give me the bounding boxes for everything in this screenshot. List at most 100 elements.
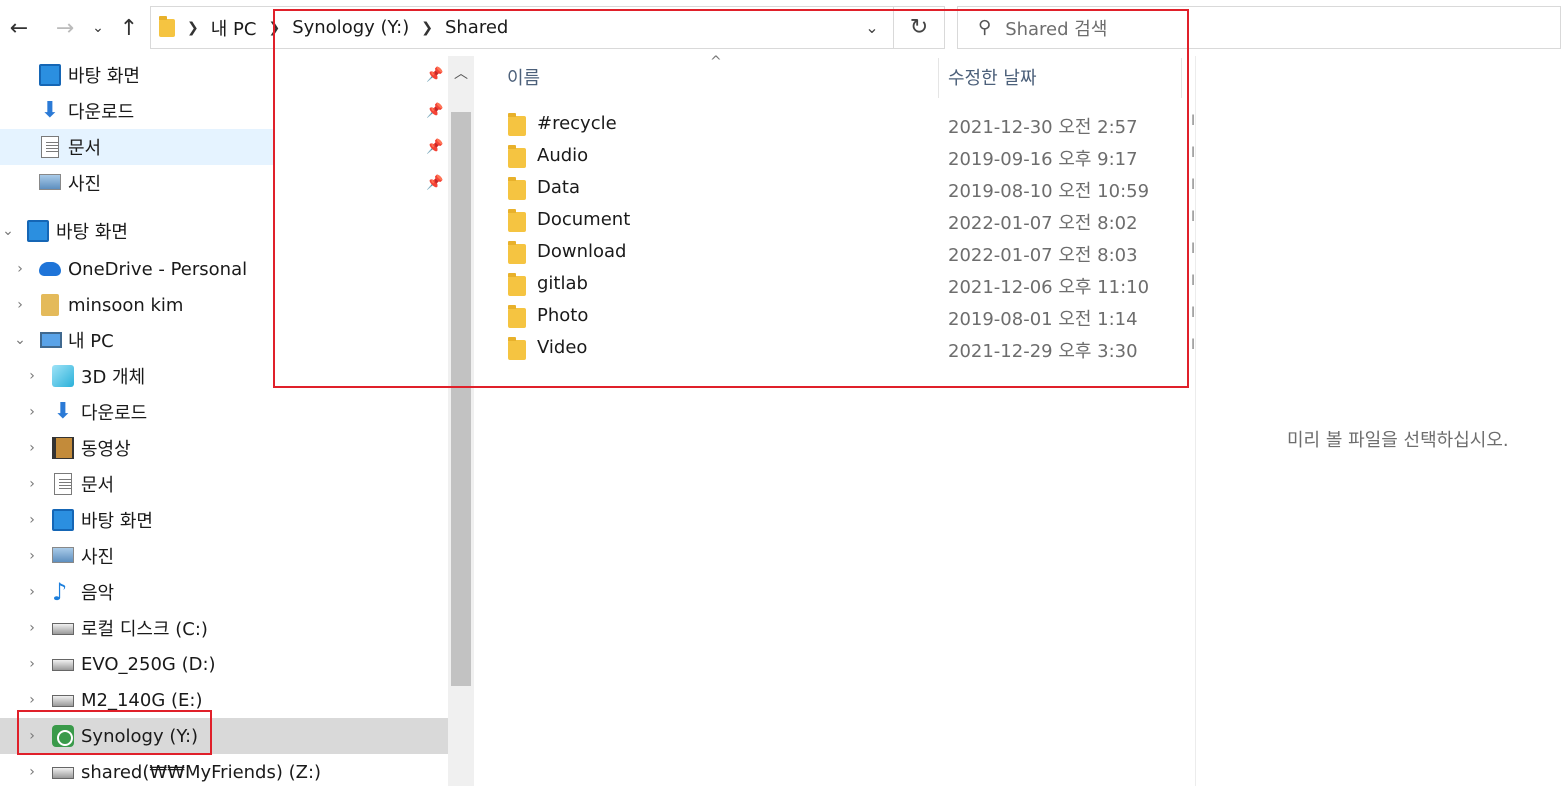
- document-icon: [41, 136, 59, 158]
- tree-item-m2-e[interactable]: › M2_140G (E:): [0, 682, 448, 718]
- tree-item-local-disk-c[interactable]: › 로컬 디스크 (C:): [0, 610, 448, 646]
- file-row[interactable]: Video 2021-12-29 오후 3:30 I: [478, 333, 1196, 365]
- tree-item-pictures[interactable]: › 사진: [0, 538, 448, 574]
- tree-item-onedrive[interactable]: › OneDrive - Personal: [0, 251, 448, 287]
- breadcrumb-my-pc[interactable]: 내 PC: [211, 15, 257, 41]
- nav-item-label: 3D 개체: [81, 367, 146, 388]
- nav-item-label: 음악: [81, 583, 115, 604]
- tree-item-desktop[interactable]: ⌄ 바탕 화면: [0, 213, 448, 249]
- nav-item-label: 문서: [81, 475, 115, 496]
- refresh-icon[interactable]: ↻: [894, 6, 945, 49]
- expand-chevron-icon[interactable]: ›: [24, 404, 40, 420]
- desktop-icon: [52, 509, 74, 531]
- quick-access-item-desktop[interactable]: 바탕 화면 📌: [0, 57, 448, 93]
- tree-item-user-folder[interactable]: › minsoon kim: [0, 287, 448, 323]
- navigation-pane: 바탕 화면 📌 ⬇ 다운로드 📌 문서 📌 사진 📌 ⌄ 바탕 화면 › One…: [0, 56, 448, 786]
- file-row[interactable]: #recycle 2021-12-30 오전 2:57 I: [478, 109, 1196, 141]
- user-folder-icon: [41, 294, 59, 316]
- breadcrumb-synology[interactable]: Synology (Y:): [292, 17, 409, 38]
- collapse-chevron-icon[interactable]: ⌄: [0, 223, 16, 239]
- file-name: #recycle: [537, 113, 617, 134]
- forward-arrow-icon[interactable]: →: [50, 12, 80, 44]
- tree-item-3d-objects[interactable]: › 3D 개체: [0, 358, 448, 394]
- truncated-column-marker: I: [1191, 241, 1196, 257]
- column-divider[interactable]: [1181, 58, 1182, 98]
- folder-icon: [508, 305, 526, 328]
- tree-item-shared-z[interactable]: › shared(₩₩MyFriends) (Z:): [0, 754, 448, 786]
- expand-chevron-icon[interactable]: ›: [24, 620, 40, 636]
- drive-icon: [52, 695, 74, 707]
- expand-chevron-icon[interactable]: ›: [12, 297, 28, 313]
- tree-item-synology-y[interactable]: › Synology (Y:): [0, 718, 448, 754]
- file-row[interactable]: gitlab 2021-12-06 오후 11:10 I: [478, 269, 1196, 301]
- nav-item-label: 동영상: [81, 439, 131, 460]
- file-row[interactable]: Data 2019-08-10 오전 10:59 I: [478, 173, 1196, 205]
- scrollbar-thumb[interactable]: [451, 112, 471, 686]
- drive-icon: [52, 659, 74, 671]
- file-modified-date: 2019-09-16 오후 9:17: [948, 149, 1138, 170]
- tree-item-music[interactable]: › ♪ 음악: [0, 574, 448, 610]
- expand-chevron-icon[interactable]: ›: [24, 440, 40, 456]
- truncated-column-marker: I: [1191, 209, 1196, 225]
- expand-chevron-icon[interactable]: ›: [24, 548, 40, 564]
- file-row[interactable]: Audio 2019-09-16 오후 9:17 I: [478, 141, 1196, 173]
- desktop-icon: [27, 220, 49, 242]
- column-divider[interactable]: [938, 58, 939, 98]
- recent-locations-chevron-icon[interactable]: ⌄: [86, 12, 110, 44]
- nav-pane-scrollbar[interactable]: ︿: [448, 56, 474, 786]
- quick-access-item-documents[interactable]: 문서: [0, 129, 275, 165]
- expand-chevron-icon[interactable]: ›: [12, 261, 28, 277]
- tree-item-documents[interactable]: › 문서: [0, 466, 448, 502]
- tree-item-my-pc[interactable]: ⌄ 내 PC: [0, 322, 448, 358]
- column-header-modified[interactable]: 수정한 날짜: [948, 56, 1037, 98]
- tree-item-videos[interactable]: › 동영상: [0, 430, 448, 466]
- nav-item-label: 바탕 화면: [81, 511, 153, 532]
- file-modified-date: 2019-08-10 오전 10:59: [948, 181, 1150, 202]
- file-modified-date: 2022-01-07 오전 8:02: [948, 213, 1138, 234]
- truncated-column-marker: I: [1191, 305, 1196, 321]
- quick-access-item-pictures[interactable]: 사진 📌: [0, 165, 448, 201]
- expand-chevron-icon[interactable]: ›: [24, 368, 40, 384]
- expand-chevron-icon[interactable]: ›: [24, 764, 40, 780]
- expand-chevron-icon[interactable]: ›: [24, 512, 40, 528]
- expand-chevron-icon[interactable]: ›: [24, 692, 40, 708]
- address-history-dropdown-icon[interactable]: ⌄: [850, 6, 894, 49]
- pin-icon: 📌: [426, 67, 444, 83]
- expand-chevron-icon[interactable]: ›: [24, 476, 40, 492]
- breadcrumb-shared[interactable]: Shared: [445, 17, 508, 38]
- tree-item-downloads[interactable]: › ⬇ 다운로드: [0, 394, 448, 430]
- expand-chevron-icon[interactable]: ›: [24, 728, 40, 744]
- search-box[interactable]: ⚲ Shared 검색: [957, 6, 1561, 49]
- file-row[interactable]: Document 2022-01-07 오전 8:02 I: [478, 205, 1196, 237]
- nav-item-label: 바탕 화면: [56, 222, 128, 243]
- nav-item-label: 문서: [68, 138, 102, 159]
- up-arrow-icon[interactable]: ↑: [114, 12, 144, 44]
- file-name: Video: [537, 337, 588, 358]
- nav-item-label: 로컬 디스크 (C:): [81, 619, 208, 640]
- breadcrumb-chevron-icon: ❯: [421, 19, 433, 36]
- collapse-chevron-icon[interactable]: ⌄: [12, 332, 28, 348]
- column-header-name[interactable]: 이름: [507, 56, 540, 98]
- windows-drive-icon: [52, 623, 74, 635]
- document-icon: [54, 473, 72, 495]
- pictures-icon: [39, 174, 61, 190]
- expand-chevron-icon[interactable]: ›: [24, 584, 40, 600]
- folder-icon: [508, 177, 526, 200]
- folder-icon: [508, 113, 526, 136]
- scroll-up-arrow-icon[interactable]: ︿: [448, 56, 474, 90]
- file-modified-date: 2021-12-06 오후 11:10: [948, 277, 1150, 298]
- folder-icon: [508, 145, 526, 168]
- address-bar[interactable]: ❯ 내 PC ❯ Synology (Y:) ❯ Shared: [150, 6, 894, 49]
- onedrive-icon: [39, 262, 61, 276]
- desktop-icon: [39, 64, 61, 86]
- pictures-icon: [52, 547, 74, 563]
- tree-item-desktop-2[interactable]: › 바탕 화면: [0, 502, 448, 538]
- file-row[interactable]: Photo 2019-08-01 오전 1:14 I: [478, 301, 1196, 333]
- back-arrow-icon[interactable]: ←: [4, 12, 34, 44]
- pin-icon: 📌: [426, 139, 444, 155]
- quick-access-item-downloads[interactable]: ⬇ 다운로드 📌: [0, 93, 448, 129]
- tree-item-evo-d[interactable]: › EVO_250G (D:): [0, 646, 448, 682]
- file-row[interactable]: Download 2022-01-07 오전 8:03 I: [478, 237, 1196, 269]
- network-drive-icon: [52, 767, 74, 779]
- expand-chevron-icon[interactable]: ›: [24, 656, 40, 672]
